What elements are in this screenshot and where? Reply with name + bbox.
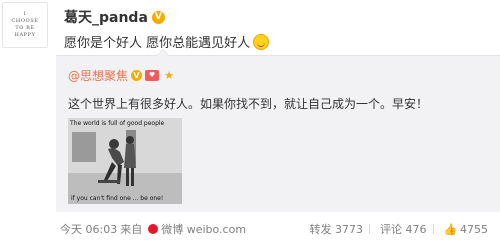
fan-badge-icon[interactable]: ★ [162, 70, 176, 81]
source-prefix: 来自 [120, 223, 143, 236]
post-meta: 今天 06:03 来自 微博 weibo.com [60, 221, 246, 237]
post-source[interactable]: 微博 weibo.com [161, 221, 246, 237]
author-row: 葛天_panda V [64, 8, 496, 26]
repost-verified-badge-icon[interactable]: V [131, 70, 143, 81]
avatar[interactable]: I CHOOSE TO BE HAPPY [2, 2, 48, 48]
comment-button[interactable]: 评论 476 [380, 221, 427, 237]
sun-emoji-icon [253, 33, 270, 50]
image-caption-bottom: if you can't find one ... be one! [71, 195, 164, 202]
avatar-text-line: TO BE [15, 25, 35, 31]
divider [369, 224, 370, 234]
avatar-text-line: I [23, 11, 27, 17]
like-button[interactable]: 👍 4755 [444, 223, 489, 236]
post-time[interactable]: 今天 06:03 [60, 221, 117, 237]
image-caption-top: The world is full of good people [70, 120, 165, 127]
thumbs-up-icon: 👍 [443, 222, 458, 236]
author-name[interactable]: 葛天_panda [64, 7, 148, 27]
divider [432, 224, 434, 234]
member-badge-icon[interactable]: ♥ [145, 70, 160, 81]
weibo-logo-icon [148, 224, 159, 234]
repost-author-link[interactable]: @思想聚焦 [68, 67, 128, 84]
action-bar: 转发 3773 评论 476 👍 4755 [306, 221, 489, 237]
avatar-text-line: HAPPY [14, 32, 36, 38]
photo-illustration [68, 118, 182, 204]
repost-author-row: @思想聚焦 V ♥ ★ [68, 67, 176, 84]
repost-image[interactable]: The world is full of good people if you … [68, 118, 182, 204]
repost-card[interactable]: @思想聚焦 V ♥ ★ 这个世界上有很多好人。如果你找不到，就让自己成为一个。早… [56, 49, 500, 212]
verified-badge-icon[interactable]: V [151, 10, 165, 24]
post-text: 愿你是个好人 愿你总能遇见好人 [64, 32, 496, 51]
avatar-text-line: CHOOSE [11, 18, 39, 24]
like-count: 4755 [460, 222, 488, 236]
repost-text: 这个世界上有很多好人。如果你找不到，就让自己成为一个。早安！ [68, 97, 429, 111]
post-header: 葛天_panda V 愿你是个好人 愿你总能遇见好人 [64, 8, 496, 51]
repost-button[interactable]: 转发 3773 [310, 221, 364, 237]
repost-caret [156, 49, 170, 56]
